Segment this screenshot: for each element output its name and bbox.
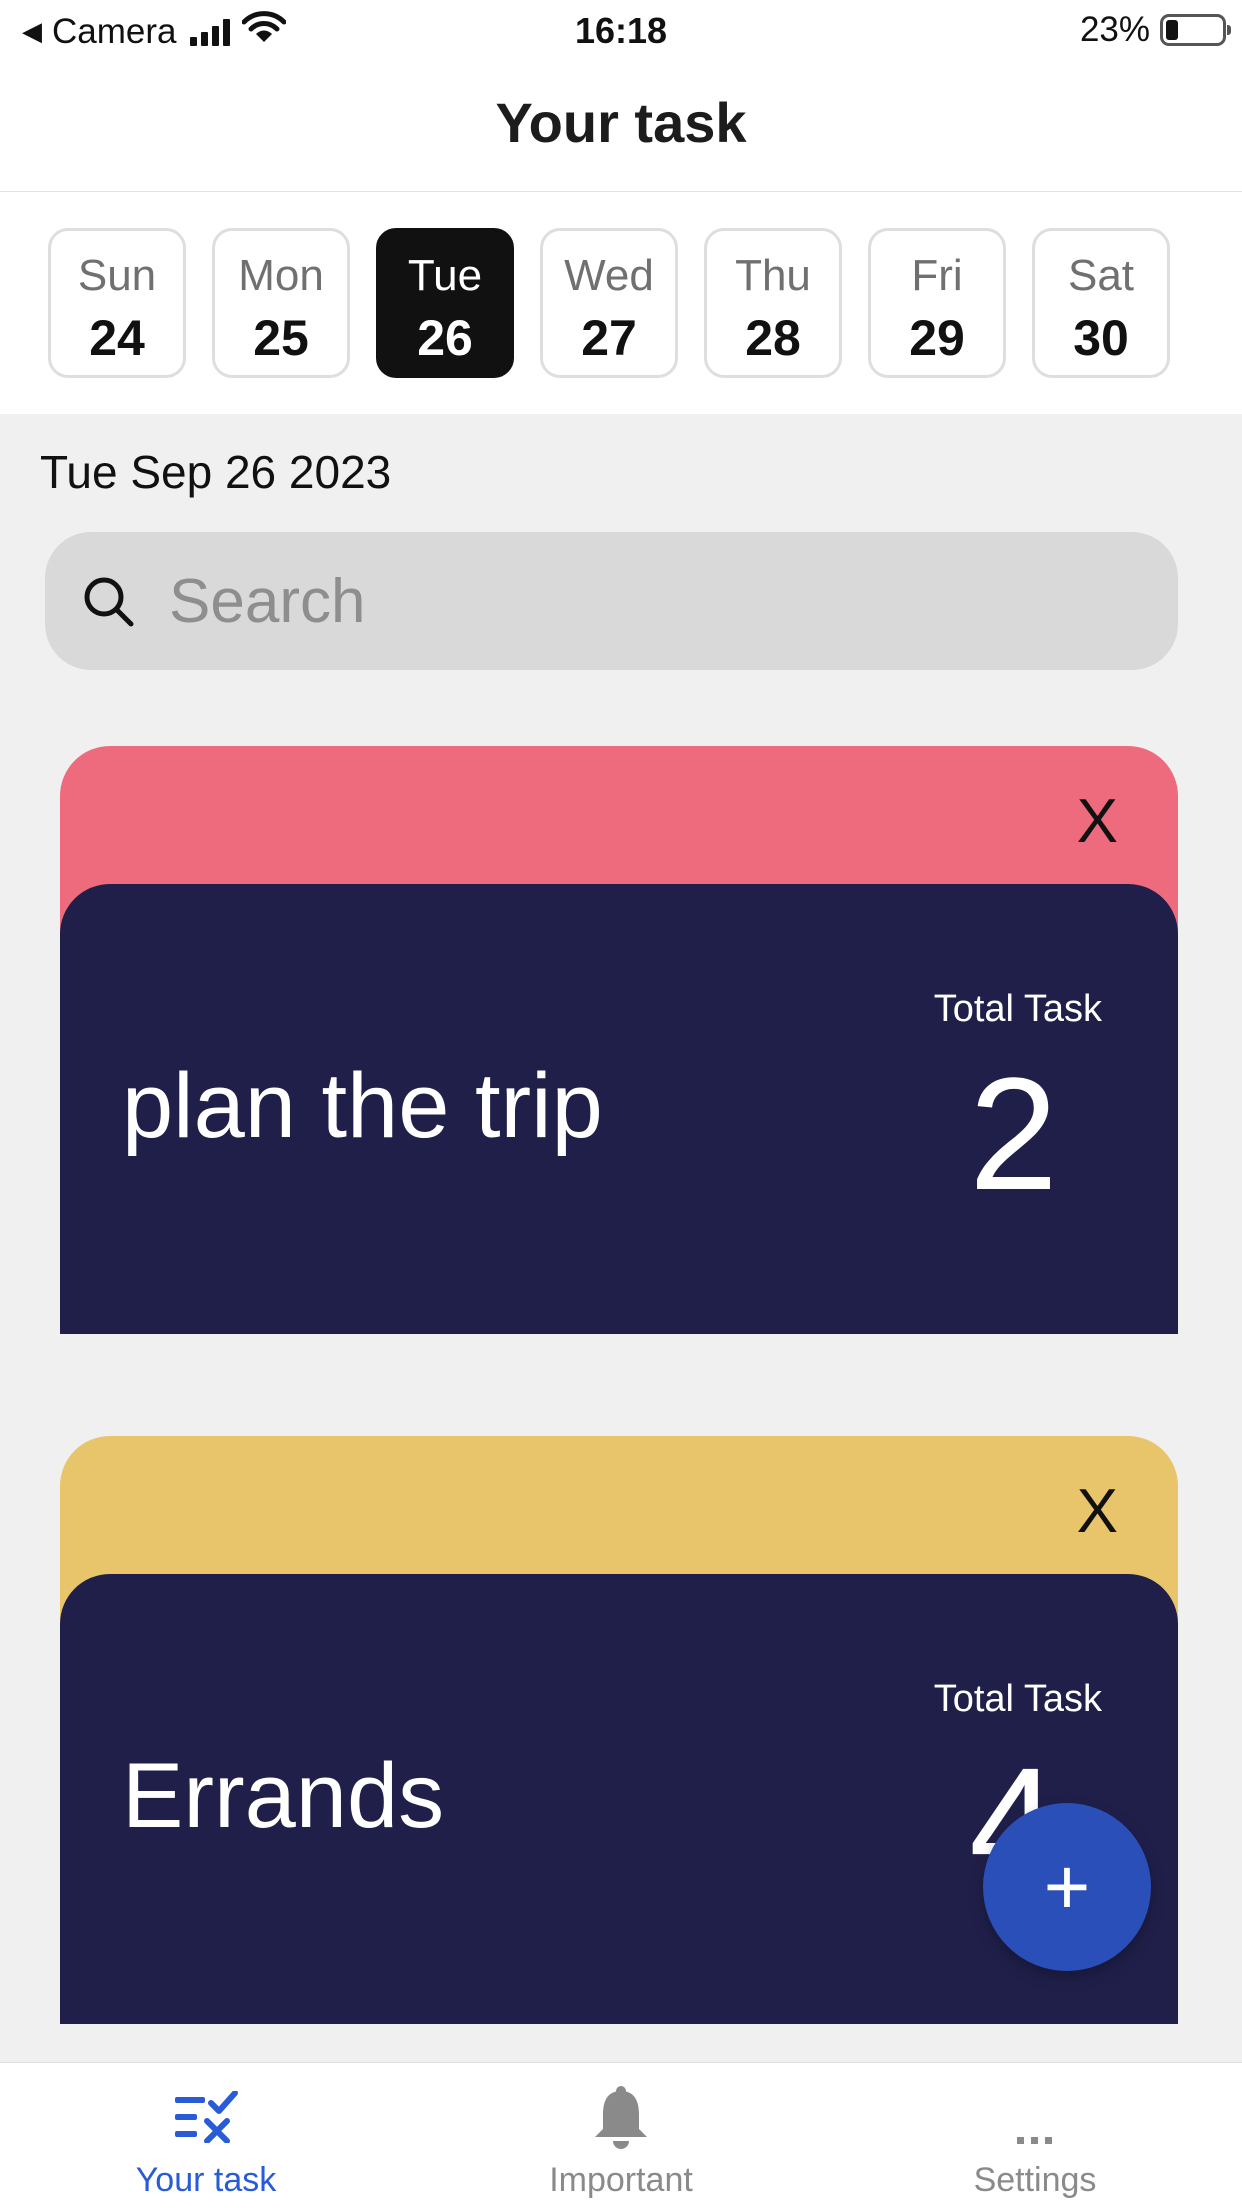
total-task-label: Total Task [933,988,1102,1030]
day-name: Sat [1067,251,1135,300]
day-sat[interactable]: Sat 30 [1032,228,1170,378]
search-icon [81,574,137,635]
day-number: 30 [1073,310,1129,366]
day-name: Sun [77,251,157,300]
battery-percentage: 23% [1079,10,1150,49]
day-mon[interactable]: Mon 25 [212,228,350,378]
week-strip: Sun 24 Mon 25 Tue 26 Wed 27 Thu 28 Fri 2… [0,192,1242,414]
bell-icon [471,2085,771,2149]
total-task-label: Total Task [933,1678,1102,1720]
card-body[interactable]: plan the trip Total Task 2 [60,884,1178,1334]
status-right: 23% [1079,10,1231,50]
day-number: 29 [909,310,965,366]
day-number: 28 [745,310,801,366]
day-name: Tue [407,251,483,300]
card-body[interactable]: Errands Total Task 4 [60,1574,1178,2024]
day-number: 25 [253,310,309,366]
more-icon [885,2085,1185,2149]
day-sun[interactable]: Sun 24 [48,228,186,378]
day-number: 24 [89,310,145,366]
day-number: 27 [581,310,637,366]
checklist-icon [56,2085,356,2149]
tab-label: Important [549,2161,693,2199]
tab-label: Settings [973,2161,1097,2199]
selected-date-label: Tue Sep 26 2023 [40,446,392,498]
battery-icon [1160,14,1231,46]
status-bar: ◀ Camera 16:18 23% [0,0,1242,62]
task-card[interactable]: X plan the trip Total Task 2 [60,746,1178,1334]
search-input[interactable] [169,532,1129,670]
card-title: plan the trip [122,1055,603,1157]
tab-settings[interactable]: Settings [885,2063,1185,2208]
bottom-nav: Your task Important Settings [0,2062,1242,2208]
status-time: 16:18 [574,10,668,51]
total-task-count: 2 [969,1044,1058,1223]
battery-level [1166,20,1178,40]
tab-important[interactable]: Important [471,2063,771,2208]
delete-card-button[interactable]: X [1077,786,1118,857]
day-name: Wed [564,251,654,300]
day-number: 26 [417,310,473,366]
header: Your task [0,62,1242,192]
search-bar[interactable] [45,532,1178,670]
delete-card-button[interactable]: X [1077,1476,1118,1547]
tab-your-task[interactable]: Your task [56,2063,356,2208]
card-title: Errands [122,1745,445,1847]
day-tue[interactable]: Tue 26 [376,228,514,378]
add-task-button[interactable]: + [983,1803,1151,1971]
day-fri[interactable]: Fri 29 [868,228,1006,378]
day-thu[interactable]: Thu 28 [704,228,842,378]
day-name: Thu [735,251,811,300]
day-name: Fri [911,251,963,300]
day-wed[interactable]: Wed 27 [540,228,678,378]
tab-label: Your task [135,2161,277,2199]
page-title: Your task [495,91,747,154]
day-name: Mon [238,251,324,300]
